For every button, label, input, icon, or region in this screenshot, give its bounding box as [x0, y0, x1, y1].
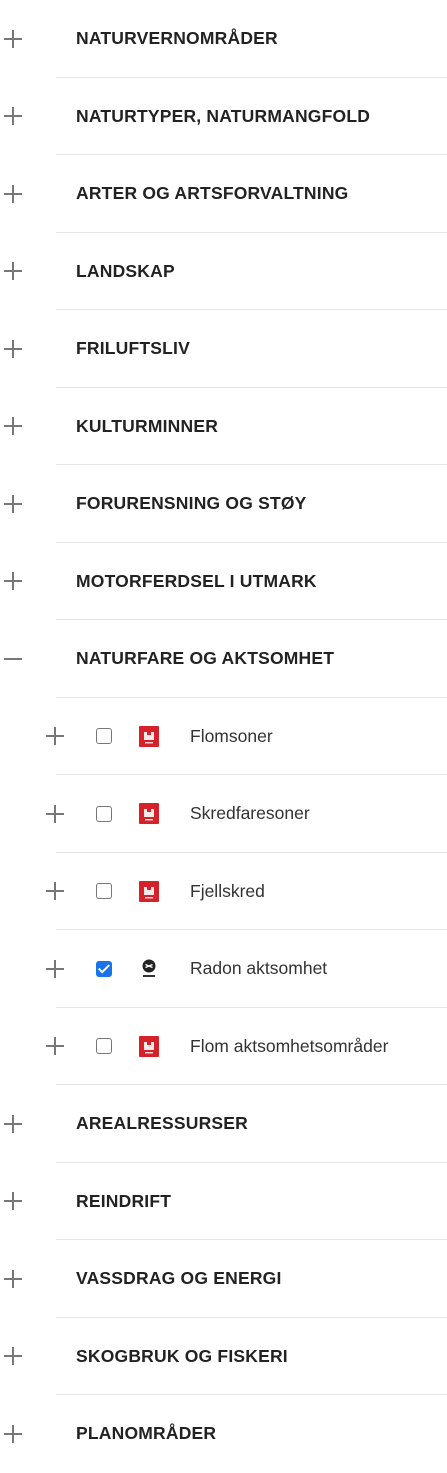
layer-label: Fjellskred [190, 880, 265, 901]
category-label: NATURVERNOMRÅDER [76, 28, 278, 49]
expand-plus-icon[interactable] [4, 1192, 22, 1211]
layer-item-fjellskred[interactable]: Fjellskred [0, 853, 447, 931]
layer-tree: NATURVERNOMRÅDER NATURTYPER, NATURMANGFO… [0, 0, 447, 1473]
category-label: MOTORFERDSEL I UTMARK [76, 570, 317, 591]
expand-plus-icon[interactable] [46, 1037, 64, 1056]
expand-plus-icon[interactable] [46, 727, 64, 746]
category-label: ARTER OG ARTSFORVALTNING [76, 183, 349, 204]
nve-logo-icon [139, 880, 159, 902]
layer-checkbox[interactable] [96, 805, 112, 822]
layer-item-skredfaresoner[interactable]: Skredfaresoner [0, 775, 447, 853]
category-arter[interactable]: ARTER OG ARTSFORVALTNING [0, 155, 447, 233]
ngu-logo-icon [139, 958, 159, 979]
category-naturtyper[interactable]: NATURTYPER, NATURMANGFOLD [0, 78, 447, 156]
expand-plus-icon[interactable] [4, 339, 22, 358]
category-landskap[interactable]: LANDSKAP [0, 233, 447, 311]
category-label: VASSDRAG OG ENERGI [76, 1268, 282, 1289]
category-forurensning[interactable]: FORURENSNING OG STØY [0, 465, 447, 543]
expand-plus-icon[interactable] [4, 262, 22, 281]
expand-plus-icon[interactable] [4, 1114, 22, 1133]
category-label: REINDRIFT [76, 1190, 172, 1211]
nve-logo-icon [139, 1035, 159, 1057]
expand-plus-icon[interactable] [4, 1424, 22, 1443]
expand-plus-icon[interactable] [46, 959, 64, 978]
layer-label: Skredfaresoner [190, 803, 310, 824]
layer-label: Flom aktsomhetsområder [190, 1035, 389, 1056]
expand-plus-icon[interactable] [4, 1347, 22, 1366]
category-label: KULTURMINNER [76, 415, 219, 436]
category-motorferdsel[interactable]: MOTORFERDSEL I UTMARK [0, 543, 447, 621]
layer-item-radon[interactable]: Radon aktsomhet [0, 930, 447, 1008]
category-label: FORURENSNING OG STØY [76, 493, 307, 514]
expand-plus-icon[interactable] [4, 1269, 22, 1288]
layer-label: Radon aktsomhet [190, 958, 328, 979]
category-skogbruk[interactable]: SKOGBRUK OG FISKERI [0, 1318, 447, 1396]
category-label: NATURTYPER, NATURMANGFOLD [76, 105, 371, 126]
layer-label: Flomsoner [190, 725, 273, 746]
expand-plus-icon[interactable] [4, 417, 22, 436]
nve-logo-icon [139, 803, 159, 825]
expand-plus-icon[interactable] [4, 107, 22, 126]
layer-checkbox[interactable] [96, 883, 112, 900]
collapse-minus-icon[interactable] [4, 650, 22, 668]
category-naturfare-expanded[interactable]: NATURFARE OG AKTSOMHET [0, 620, 447, 698]
expand-plus-icon[interactable] [4, 572, 22, 591]
category-arealressurser[interactable]: AREALRESSURSER [0, 1085, 447, 1163]
layer-item-flomsoner[interactable]: Flomsoner [0, 698, 447, 776]
layer-item-flom-aktsomhet[interactable]: Flom aktsomhetsområder [0, 1008, 447, 1086]
expand-plus-icon[interactable] [4, 29, 22, 48]
nve-logo-icon [139, 725, 159, 747]
expand-plus-icon[interactable] [46, 882, 64, 901]
category-label: NATURFARE OG AKTSOMHET [76, 648, 335, 669]
expand-plus-icon[interactable] [4, 184, 22, 203]
category-naturvernomrader[interactable]: NATURVERNOMRÅDER [0, 0, 447, 78]
category-friluftsliv[interactable]: FRILUFTSLIV [0, 310, 447, 388]
category-kulturminner[interactable]: KULTURMINNER [0, 388, 447, 466]
category-label: SKOGBRUK OG FISKERI [76, 1345, 288, 1366]
layer-checkbox[interactable] [96, 1038, 112, 1055]
category-label: AREALRESSURSER [76, 1113, 248, 1134]
category-vassdrag[interactable]: VASSDRAG OG ENERGI [0, 1240, 447, 1318]
expand-plus-icon[interactable] [46, 804, 64, 823]
expand-plus-icon[interactable] [4, 494, 22, 513]
category-label: PLANOMRÅDER [76, 1423, 217, 1444]
category-label: LANDSKAP [76, 260, 175, 281]
layer-checkbox[interactable] [96, 728, 112, 745]
layer-checkbox-checked[interactable] [96, 960, 112, 977]
category-reindrift[interactable]: REINDRIFT [0, 1163, 447, 1241]
category-label: FRILUFTSLIV [76, 338, 190, 359]
category-planomrader[interactable]: PLANOMRÅDER [0, 1395, 447, 1473]
